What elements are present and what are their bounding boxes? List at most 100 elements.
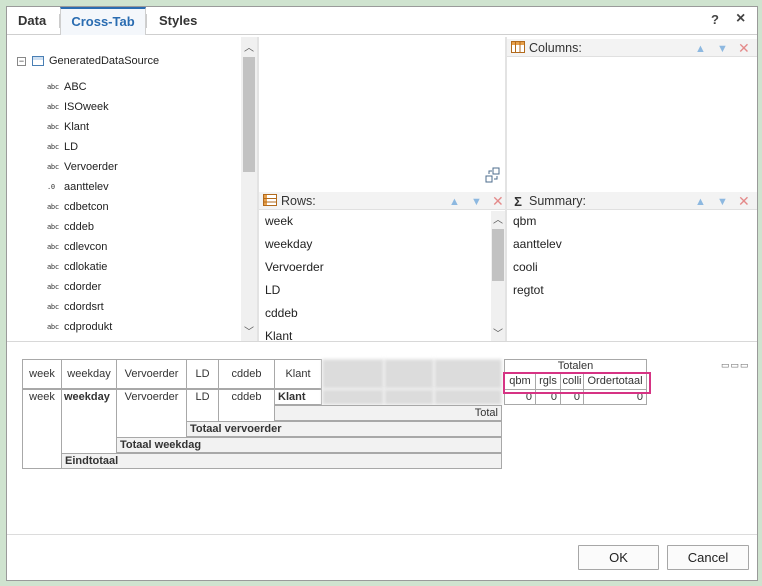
summary-zone-list[interactable]: qbm aanttelev cooli regtot [507,211,757,341]
tree-root-label: GeneratedDataSource [49,55,160,67]
tree-field-item[interactable]: abc Vervoerder [47,159,118,175]
text-field-icon: abc [47,263,59,272]
summary-zone-title: Summary: [529,194,586,208]
rows-zone-header: Rows: ▲ ▼ ✕ [259,192,505,210]
tree-root-node[interactable]: − GeneratedDataSource [17,54,159,68]
tree-field-label: Vervoerder [64,161,118,173]
ct-subtotal-weekdag[interactable]: Totaal weekdag [116,437,502,453]
tree-field-item[interactable]: abc cdlevcon [47,239,107,255]
tree-scroll-thumb[interactable] [243,57,255,172]
move-up-icon[interactable]: ▲ [449,193,460,211]
tree-field-item[interactable]: abc cdordsrt [47,299,104,315]
section-divider [7,341,757,342]
tree-field-item[interactable]: abc cdprodukt [47,319,112,335]
ct-blurred-header [322,359,384,389]
text-field-icon: abc [47,283,59,292]
summary-zone-header: Σ Summary: ▲ ▼ ✕ [507,192,757,210]
ct-row-value-klant[interactable]: Klant [274,389,322,405]
ct-row-header-klant[interactable]: Klant [274,359,322,389]
tree-field-item[interactable]: abc cdlokatie [47,259,107,275]
ct-row-value-weekday[interactable]: weekday [61,389,117,454]
tree-field-label: cdprodukt [64,321,113,333]
rows-scroll-thumb[interactable] [492,229,504,281]
tree-field-label: Klant [64,121,90,133]
text-field-icon: abc [47,223,59,232]
summary-field-item[interactable]: cooli [513,257,538,277]
rows-field-item[interactable]: Vervoerder [265,257,324,277]
move-down-icon[interactable]: ▼ [717,193,728,211]
ct-row-header-ld[interactable]: LD [186,359,219,389]
text-field-icon: abc [47,123,59,132]
ct-grand-total[interactable]: Eindtotaal [61,453,502,469]
rows-field-item[interactable]: cddeb [265,303,298,323]
tree-field-label: cdlevcon [64,241,108,253]
ct-row-header-week[interactable]: week [22,359,62,389]
summary-field-item[interactable]: qbm [513,211,536,231]
tree-field-label: cdordsrt [64,301,104,313]
ct-total-label[interactable]: Total [274,405,502,421]
columns-zone-header: Columns: ▲ ▼ ✕ [507,39,757,57]
tree-field-item[interactable]: abc ABC [47,79,87,95]
crosstab-dialog: Data Cross-Tab Styles ? × − GeneratedData… [6,6,758,581]
tree-field-item[interactable]: abc Klant [47,119,89,135]
summary-field-item[interactable]: regtot [513,280,544,300]
summary-field-item[interactable]: aanttelev [513,234,562,254]
close-button[interactable]: × [736,10,745,28]
tree-field-item[interactable]: abc cdbetcon [47,199,109,215]
tree-field-item[interactable]: abc ISOweek [47,99,109,115]
rows-field-item[interactable]: Klant [265,326,292,341]
swap-icon[interactable] [485,167,501,183]
scroll-down-icon[interactable]: ﹀ [242,323,256,338]
text-field-icon: abc [47,163,59,172]
tab-cross-tab[interactable]: Cross-Tab [60,7,146,35]
ct-row-value-vervoerder[interactable]: Vervoerder [116,389,187,439]
move-up-icon[interactable]: ▲ [695,40,706,58]
scroll-down-icon[interactable]: ﹀ [491,325,505,340]
corner-area [259,37,505,187]
move-down-icon[interactable]: ▼ [471,193,482,211]
ct-row-value-cddeb[interactable]: cddeb [218,389,275,424]
ct-blurred-header [384,359,434,389]
rows-field-item[interactable]: weekday [265,234,312,254]
delete-icon[interactable]: ✕ [492,192,504,210]
ct-row-header-vervoerder[interactable]: Vervoerder [116,359,187,389]
rows-zone-list[interactable]: week weekday Vervoerder LD cddeb Klant [259,211,491,341]
move-up-icon[interactable]: ▲ [695,193,706,211]
tree-field-label: aanttelev [64,181,109,193]
tab-bar: Data Cross-Tab Styles ? × [7,7,757,35]
text-field-icon: abc [47,103,59,112]
tree-field-item[interactable]: .0 aanttelev [47,179,109,195]
ct-row-header-weekday[interactable]: weekday [61,359,117,389]
move-down-icon[interactable]: ▼ [717,40,728,58]
tree-field-item[interactable]: abc LD [47,139,78,155]
ct-row-value-week[interactable]: week [22,389,62,469]
scroll-up-icon[interactable]: ︿ [491,211,505,226]
columns-zone-list[interactable] [507,58,757,187]
tab-data[interactable]: Data [16,7,48,35]
delete-icon[interactable]: ✕ [738,39,750,57]
ct-subtotal-vervoerder[interactable]: Totaal vervoerder [186,421,502,437]
help-button[interactable]: ? [711,12,719,27]
tab-styles[interactable]: Styles [157,7,199,35]
tree-field-label: cdlokatie [64,261,108,273]
delete-icon[interactable]: ✕ [738,192,750,210]
tree-field-item[interactable]: abc cdorder [47,279,101,295]
tree-field-item[interactable]: abc cddeb [47,219,94,235]
text-field-icon: abc [47,143,59,152]
collapse-icon[interactable]: − [17,56,26,66]
rows-zone-title: Rows: [281,194,316,208]
ct-row-header-cddeb[interactable]: cddeb [218,359,275,389]
scroll-up-icon[interactable]: ︿ [242,39,256,54]
rows-field-item[interactable]: week [265,211,293,231]
ct-blurred-value [384,389,434,405]
cancel-button[interactable]: Cancel [667,545,749,570]
rows-field-item[interactable]: LD [265,280,280,300]
ct-blurred-header [434,359,502,389]
ok-button[interactable]: OK [578,545,659,570]
layout-options-icon[interactable]: ▭▭▭ [721,360,750,371]
field-tree: − GeneratedDataSource abc ABC abc ISOweek abc… [7,37,257,341]
rows-icon [262,193,278,211]
columns-zone-title: Columns: [529,41,582,55]
ct-totals-header[interactable]: Totalen [504,359,647,373]
ct-row-value-ld[interactable]: LD [186,389,219,424]
